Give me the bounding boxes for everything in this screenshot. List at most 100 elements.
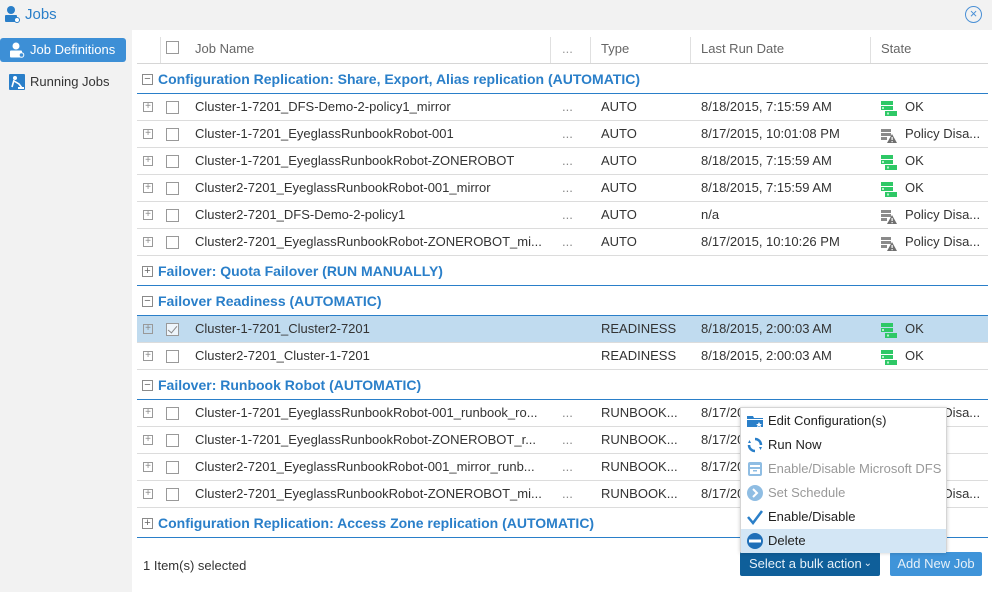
bulk-action-dropdown[interactable]: Select a bulk action ⌄: [740, 552, 880, 576]
collapse-icon[interactable]: −: [142, 296, 153, 307]
grid-header: Job Name ... Type Last Run Date State: [137, 34, 988, 64]
expand-row-icon[interactable]: +: [143, 129, 153, 139]
menu-item-delete[interactable]: Delete: [741, 529, 946, 553]
menu-item-edit-configuration-s[interactable]: Edit Configuration(s): [741, 409, 946, 433]
column-header-more[interactable]: ...: [562, 34, 573, 64]
expand-row-icon[interactable]: +: [143, 435, 153, 445]
add-new-job-button[interactable]: Add New Job: [890, 552, 982, 576]
expand-row-icon[interactable]: +: [143, 351, 153, 361]
row-checkbox[interactable]: [166, 488, 179, 501]
expand-row-icon[interactable]: +: [143, 324, 153, 334]
row-checkbox[interactable]: [166, 128, 179, 141]
menu-item-enable-disable-microsoft-dfs: Enable/Disable Microsoft DFS: [741, 457, 946, 481]
more-cell[interactable]: ...: [562, 400, 573, 426]
close-icon[interactable]: ×: [965, 6, 982, 23]
job-name: Cluster-1-7201_EyeglassRunbookRobot-ZONE…: [195, 153, 515, 168]
table-row[interactable]: + Cluster-1-7201_EyeglassRunbookRobot-ZON…: [137, 148, 988, 175]
job-name: Cluster-1-7201_EyeglassRunbookRobot-ZONE…: [195, 432, 537, 447]
expand-row-icon[interactable]: +: [143, 210, 153, 220]
expand-row-icon[interactable]: +: [143, 462, 153, 472]
group-header[interactable]: − Configuration Replication: Share, Expor…: [137, 64, 988, 94]
column-header-last-run-date[interactable]: Last Run Date: [701, 34, 784, 64]
dfs-icon: [747, 461, 763, 477]
more-cell[interactable]: ...: [562, 148, 573, 174]
table-row[interactable]: + Cluster-1-7201_DFS-Demo-2-policy1_mirro…: [137, 94, 988, 121]
table-row[interactable]: + Cluster2-7201_EyeglassRunbookRobot-ZONE…: [137, 229, 988, 256]
last-run-date: 8/18/2015, 7:15:59 AM: [701, 180, 832, 195]
expand-row-icon[interactable]: +: [143, 408, 153, 418]
menu-item-label: Edit Configuration(s): [768, 413, 887, 428]
expand-row-icon[interactable]: +: [143, 183, 153, 193]
column-header-type[interactable]: Type: [601, 34, 629, 64]
column-divider[interactable]: [870, 37, 871, 63]
group-header[interactable]: − Failover: Runbook Robot (AUTOMATIC): [137, 370, 988, 400]
job-name: Cluster2-7201_EyeglassRunbookRobot-001_m…: [195, 459, 535, 474]
more-cell[interactable]: ...: [562, 229, 573, 255]
more-cell[interactable]: ...: [562, 481, 573, 507]
job-name: Cluster2-7201_EyeglassRunbookRobot-ZONER…: [195, 486, 542, 501]
job-state: Policy Disa...: [881, 229, 980, 255]
job-definitions-icon: [10, 42, 25, 58]
job-state-label: Policy Disa...: [905, 207, 981, 222]
menu-item-run-now[interactable]: Run Now: [741, 433, 946, 457]
sidebar-item-job-definitions[interactable]: Job Definitions: [0, 38, 126, 62]
table-row[interactable]: + Cluster2-7201_DFS-Demo-2-policy1... AUTO…: [137, 202, 988, 229]
delete-minus-icon: [747, 533, 763, 549]
job-type: AUTO: [601, 180, 637, 195]
job-state: OK: [881, 343, 924, 369]
column-header-state[interactable]: State: [881, 34, 911, 64]
row-checkbox[interactable]: [166, 182, 179, 195]
more-cell[interactable]: ...: [562, 454, 573, 480]
job-type: READINESS: [601, 321, 677, 336]
row-checkbox[interactable]: [166, 209, 179, 222]
group-header[interactable]: − Failover Readiness (AUTOMATIC): [137, 286, 988, 316]
job-state: OK: [881, 175, 924, 201]
policy-disabled-warning-icon: [881, 208, 897, 224]
menu-item-label: Enable/Disable: [768, 509, 856, 524]
sidebar-item-running-jobs[interactable]: Running Jobs: [0, 70, 126, 94]
collapse-icon[interactable]: −: [142, 380, 153, 391]
table-row[interactable]: + Cluster2-7201_Cluster-1-7201 READINESS 8/…: [137, 343, 988, 370]
expand-row-icon[interactable]: +: [143, 102, 153, 112]
table-row[interactable]: + Cluster-1-7201_EyeglassRunbookRobot-001…: [137, 121, 988, 148]
group-header[interactable]: + Failover: Quota Failover (RUN MANUALLY): [137, 256, 988, 286]
row-checkbox[interactable]: [166, 407, 179, 420]
job-name: Cluster2-7201_EyeglassRunbookRobot-001_m…: [195, 180, 491, 195]
row-checkbox[interactable]: [166, 434, 179, 447]
job-state-label: Policy Disa...: [905, 126, 981, 141]
more-cell[interactable]: ...: [562, 94, 573, 120]
more-cell[interactable]: ...: [562, 202, 573, 228]
row-checkbox[interactable]: [166, 350, 179, 363]
column-divider[interactable]: [550, 37, 551, 63]
row-checkbox[interactable]: [166, 461, 179, 474]
more-cell[interactable]: ...: [562, 427, 573, 453]
last-run-date: 8/17/2015, 10:01:08 PM: [701, 126, 840, 141]
row-checkbox[interactable]: [166, 236, 179, 249]
more-cell[interactable]: ...: [562, 121, 573, 147]
job-state-label: OK: [905, 321, 924, 336]
more-cell[interactable]: ...: [562, 175, 573, 201]
expand-row-icon[interactable]: +: [143, 237, 153, 247]
row-checkbox[interactable]: [166, 155, 179, 168]
menu-item-enable-disable[interactable]: Enable/Disable: [741, 505, 946, 529]
schedule-chevron-icon: [747, 485, 763, 501]
last-run-date: 8/18/2015, 7:15:59 AM: [701, 153, 832, 168]
policy-disabled-warning-icon: [881, 235, 897, 251]
table-row[interactable]: + Cluster2-7201_EyeglassRunbookRobot-001_…: [137, 175, 988, 202]
job-type: AUTO: [601, 153, 637, 168]
expand-row-icon[interactable]: +: [143, 156, 153, 166]
expand-icon[interactable]: +: [142, 266, 153, 277]
job-state: Policy Disa...: [881, 202, 980, 228]
expand-icon[interactable]: +: [142, 518, 153, 529]
table-row[interactable]: + Cluster-1-7201_Cluster2-7201 READINESS 8/…: [137, 316, 988, 343]
column-divider[interactable]: [690, 37, 691, 63]
row-checkbox[interactable]: [166, 323, 179, 336]
column-header-job-name[interactable]: Job Name: [195, 34, 254, 64]
row-checkbox[interactable]: [166, 101, 179, 114]
select-all-checkbox[interactable]: [166, 41, 179, 54]
run-now-icon: [747, 437, 763, 453]
expand-row-icon[interactable]: +: [143, 489, 153, 499]
column-divider[interactable]: [590, 37, 591, 63]
job-type: AUTO: [601, 207, 637, 222]
collapse-icon[interactable]: −: [142, 74, 153, 85]
